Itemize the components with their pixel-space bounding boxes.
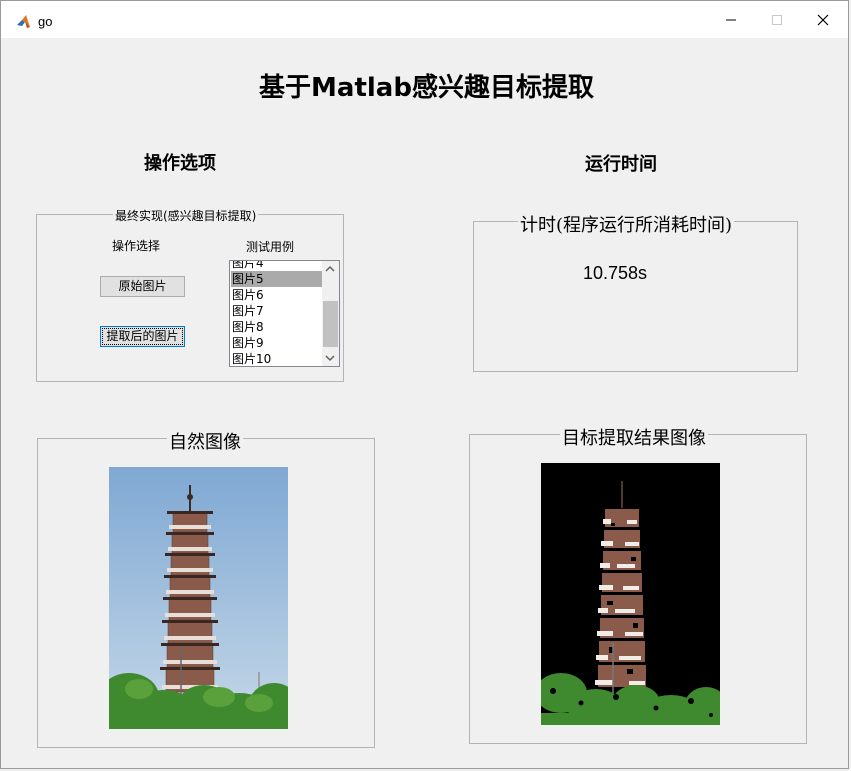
window-title: go [38, 14, 53, 29]
app-window: go 基于Matlab感兴趣目标提取 操作选项 运行时间 最终实现(感兴趣目标提… [0, 0, 849, 769]
test-case-listbox[interactable]: 图片4 图片5 图片6 图片7 图片8 图片9 图片10 [229, 260, 340, 367]
close-button[interactable] [800, 1, 846, 38]
minimize-icon [726, 19, 736, 20]
minimize-button[interactable] [708, 1, 754, 38]
timer-panel-legend: 计时(程序运行所消耗时间) [518, 211, 735, 237]
timer-panel: 计时(程序运行所消耗时间) 10.758s [473, 211, 798, 372]
scroll-thumb[interactable] [323, 301, 338, 347]
timer-value: 10.758s [583, 263, 648, 283]
result-image-legend: 目标提取结果图像 [560, 424, 708, 450]
natural-image-legend: 自然图像 [167, 428, 243, 454]
matlab-logo-icon [16, 14, 32, 30]
list-item[interactable]: 图片10 [231, 351, 322, 366]
list-item[interactable]: 图片6 [231, 287, 322, 303]
maximize-icon [772, 14, 782, 25]
scroll-up-icon[interactable] [325, 265, 335, 273]
ops-section-title: 操作选项 [144, 153, 216, 174]
title-bar: go [1, 1, 848, 38]
close-icon [817, 14, 829, 25]
pagoda-photo [109, 467, 288, 729]
extracted-image-button[interactable]: 提取后的图片 [100, 326, 185, 347]
ops-panel-legend: 最终实现(感兴趣目标提取) [113, 207, 259, 224]
natural-image [109, 467, 288, 729]
scroll-down-icon[interactable] [325, 354, 335, 362]
time-section-title: 运行时间 [585, 154, 657, 175]
op-select-label: 操作选择 [112, 239, 161, 253]
list-item-selected[interactable]: 图片5 [231, 271, 322, 287]
main-title: 基于Matlab感兴趣目标提取 [259, 73, 594, 103]
list-item[interactable]: 图片9 [231, 335, 322, 351]
result-image-panel: 目标提取结果图像 [469, 424, 807, 744]
list-item[interactable]: 图片7 [231, 303, 322, 319]
list-item[interactable]: 图片8 [231, 319, 322, 335]
natural-image-panel: 自然图像 [37, 428, 375, 748]
ops-panel: 最终实现(感兴趣目标提取) 操作选择 测试用例 原始图片 提取后的图片 图片4 … [36, 207, 344, 382]
original-image-button[interactable]: 原始图片 [100, 276, 185, 297]
listbox-scrollbar[interactable] [322, 261, 339, 366]
maximize-button[interactable] [754, 1, 800, 38]
test-case-label: 测试用例 [246, 240, 295, 254]
extracted-pagoda-photo [541, 463, 720, 725]
result-image [541, 463, 720, 725]
list-item[interactable]: 图片4 [231, 261, 322, 271]
